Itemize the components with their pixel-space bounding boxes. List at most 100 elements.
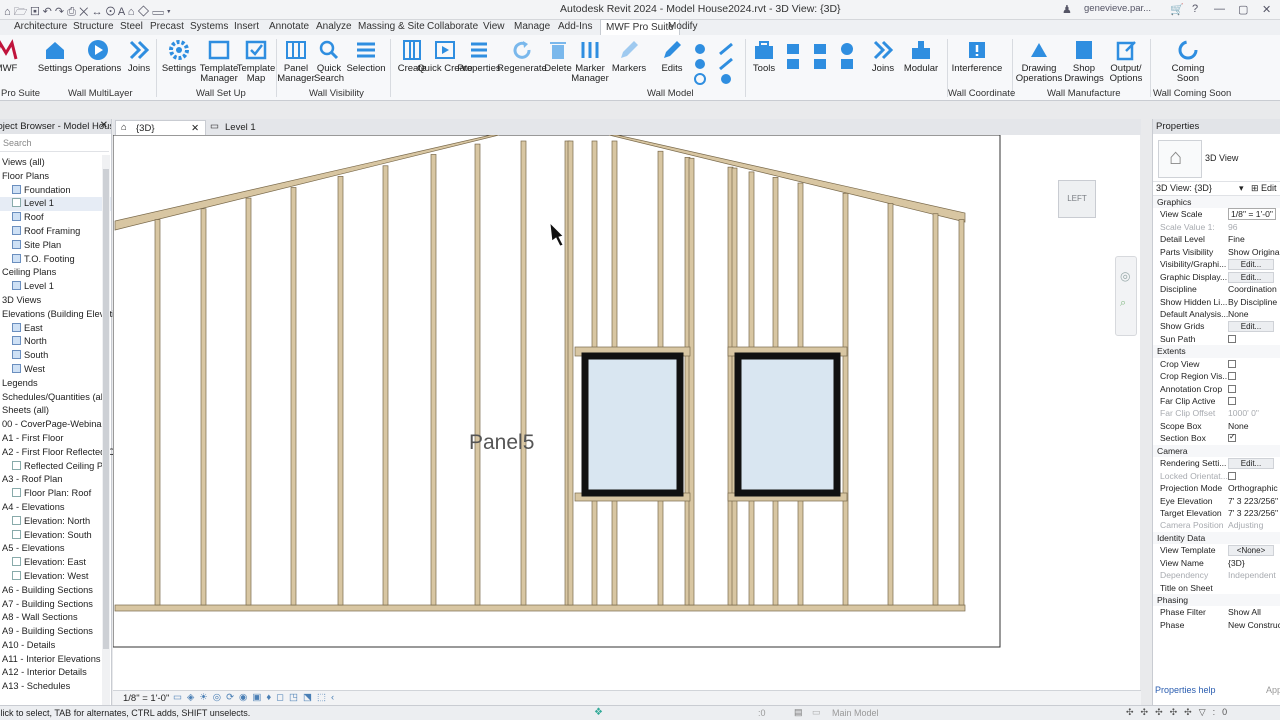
browser-item[interactable]: Floor Plans — [0, 170, 111, 184]
browser-item[interactable]: North — [0, 335, 111, 349]
browser-item[interactable]: A11 - Interior Elevations — [0, 653, 111, 667]
modular-button[interactable]: Modular — [893, 39, 949, 74]
browser-item[interactable]: A6 - Building Sections — [0, 584, 111, 598]
close-button[interactable]: ✕ — [1262, 3, 1271, 16]
selection-filter-icons[interactable]: ✣✣✣✣✣▽:0 — [1126, 707, 1234, 718]
view-scale[interactable]: 1/8" = 1'-0" — [123, 693, 169, 704]
tab-architecture[interactable]: Architecture — [14, 21, 67, 32]
property-row[interactable]: Discipline Coordination — [1153, 283, 1280, 295]
property-checkbox[interactable] — [1228, 432, 1236, 444]
browser-item[interactable]: A4 - Elevations — [0, 501, 111, 515]
property-row[interactable]: Default Analysis... None — [1153, 308, 1280, 320]
property-checkbox[interactable] — [1228, 372, 1236, 381]
property-checkbox[interactable] — [1228, 471, 1236, 480]
property-row[interactable]: Sun Path — [1153, 333, 1280, 345]
tab-systems[interactable]: Systems — [190, 21, 228, 32]
property-edit-button[interactable]: Edit... — [1228, 458, 1274, 470]
window[interactable] — [734, 352, 841, 497]
workset-icon[interactable]: ❖ — [594, 707, 603, 718]
property-row[interactable]: Section Box — [1153, 432, 1280, 444]
tab-view[interactable]: View — [483, 21, 505, 32]
view-control-icons[interactable]: ▭◈☀◎⟳◉▣♦◻◳⬔⬚‹ — [173, 692, 339, 703]
property-group[interactable]: Extents — [1153, 345, 1280, 358]
type-selector-preview[interactable]: ⌂ 3D View — [1153, 134, 1280, 182]
browser-item[interactable]: Reflected Ceiling Pl — [0, 460, 111, 474]
browser-item[interactable]: South — [0, 349, 111, 363]
add-stud-icon[interactable] — [785, 42, 801, 56]
output-options-button[interactable]: Output/ Options — [1098, 39, 1154, 84]
browser-item[interactable]: Schedules/Quantities (all) — [0, 391, 111, 405]
property-checkbox[interactable] — [1228, 359, 1236, 368]
property-checkbox[interactable] — [1228, 334, 1236, 343]
tab-massing-site[interactable]: Massing & Site — [358, 21, 425, 32]
property-row[interactable]: Graphic Display... Edit... — [1153, 271, 1280, 283]
property-row[interactable]: Rendering Setti... Edit... — [1153, 457, 1280, 470]
coming-soon-button[interactable]: Coming Soon — [1160, 39, 1216, 84]
property-row[interactable]: Scale Value 1: 96 — [1153, 221, 1280, 233]
tool-icon[interactable] — [718, 42, 734, 56]
pin-icon[interactable] — [692, 57, 708, 71]
tab-modify[interactable]: Modify — [668, 21, 697, 32]
browser-item[interactable]: Site Plan — [0, 239, 111, 253]
tab-insert[interactable]: Insert — [234, 21, 259, 32]
design-options-icon[interactable]: ▤ — [794, 707, 803, 718]
browser-item[interactable]: Elevation: West — [0, 570, 111, 584]
browser-item[interactable]: East — [0, 322, 111, 336]
property-row[interactable]: Target Elevation 7' 3 223/256" — [1153, 507, 1280, 519]
property-row[interactable]: Crop Region Vis... — [1153, 370, 1280, 382]
property-group[interactable]: Camera — [1153, 444, 1280, 458]
browser-scrollbar[interactable] — [102, 155, 110, 705]
property-row[interactable]: Dependency Independent — [1153, 569, 1280, 581]
property-group[interactable]: Graphics — [1153, 196, 1280, 209]
active-model[interactable]: Main Model — [832, 708, 879, 718]
add-opening-icon[interactable] — [839, 42, 855, 56]
property-row[interactable]: Crop View — [1153, 358, 1280, 370]
browser-item[interactable]: Level 1 — [0, 197, 111, 212]
maximize-button[interactable]: ▢ — [1238, 3, 1248, 16]
zoom-icon[interactable]: ⌕ — [1120, 297, 1126, 310]
browser-item[interactable]: A5 - Elevations — [0, 542, 111, 556]
property-group[interactable]: Identity Data — [1153, 531, 1280, 545]
browser-item[interactable]: Ceiling Plans — [0, 266, 111, 280]
property-row[interactable]: Eye Elevation 7' 3 223/256" — [1153, 495, 1280, 507]
property-row[interactable]: Title on Sheet — [1153, 582, 1280, 594]
navigation-bar[interactable]: ◎ ⌕ — [1115, 256, 1137, 336]
browser-item[interactable]: A9 - Building Sections — [0, 625, 111, 639]
edit-type-button[interactable]: ⊞ Edit — [1251, 183, 1277, 194]
browser-item[interactable]: Foundation — [0, 184, 111, 198]
window[interactable] — [581, 352, 684, 497]
browser-search-input[interactable]: Search — [0, 138, 109, 152]
property-row[interactable]: Visibility/Graphi... Edit... — [1153, 258, 1280, 271]
layer-icon[interactable] — [839, 57, 855, 71]
property-row[interactable]: View Template <None> — [1153, 544, 1280, 557]
apply-button[interactable]: Apply — [1266, 685, 1280, 695]
property-row[interactable]: Projection Mode Orthographic — [1153, 482, 1280, 494]
properties-help-link[interactable]: Properties help — [1155, 685, 1216, 695]
wrench-icon[interactable] — [718, 72, 734, 86]
measure-icon[interactable] — [718, 57, 734, 71]
close-icon[interactable]: ✕ — [191, 123, 199, 134]
browser-item[interactable]: Elevation: South — [0, 529, 111, 543]
user-icon[interactable]: ♟ — [1062, 3, 1072, 16]
property-row[interactable]: Locked Orientat... — [1153, 470, 1280, 482]
browser-item[interactable]: Sheets (all) — [0, 404, 111, 418]
tab-structure[interactable]: Structure — [73, 21, 114, 32]
browser-item[interactable]: Views (all) — [0, 156, 111, 170]
browser-item[interactable]: Roof Framing — [0, 225, 111, 239]
browser-item[interactable]: Elevation: North — [0, 515, 111, 529]
property-group[interactable]: Phasing — [1153, 594, 1280, 607]
add-member-icon[interactable] — [812, 57, 828, 71]
browser-item[interactable]: A12 - Interior Details — [0, 666, 111, 680]
property-edit-button[interactable]: <None> — [1228, 545, 1274, 557]
drawing-canvas[interactable]: Panel5 — [112, 134, 1140, 690]
tab-level-1[interactable]: ▭ Level 1 — [205, 120, 262, 135]
browser-item[interactable]: Elevation: East — [0, 556, 111, 570]
browser-item[interactable]: T.O. Footing — [0, 253, 111, 267]
browser-item[interactable]: A1 - First Floor — [0, 432, 111, 446]
property-row[interactable]: Far Clip Active — [1153, 395, 1280, 407]
split-icon[interactable] — [692, 42, 708, 56]
property-row[interactable]: Detail Level Fine — [1153, 233, 1280, 245]
browser-item[interactable]: Level 1 — [0, 280, 111, 294]
browser-item[interactable]: 3D Views — [0, 294, 111, 308]
property-row[interactable]: View Scale 1/8" = 1'-0" — [1153, 208, 1280, 221]
